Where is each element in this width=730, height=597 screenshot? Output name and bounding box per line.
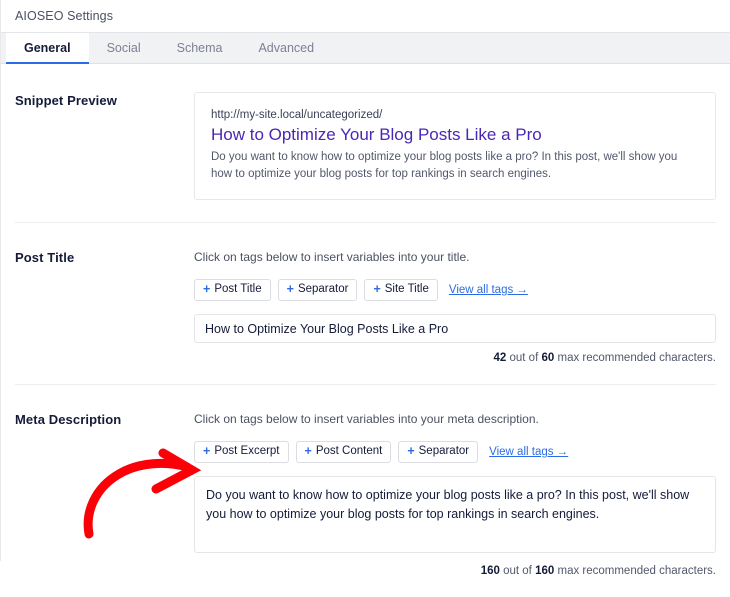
- meta-description-count: 160: [481, 565, 500, 577]
- section-meta-description: Meta Description Click on tags below to …: [15, 384, 716, 597]
- post-title-max: 60: [541, 352, 554, 364]
- meta-description-label: Meta Description: [15, 411, 194, 427]
- tag-button-label: Separator: [419, 446, 470, 458]
- tag-button-post-content[interactable]: + Post Content: [296, 441, 392, 463]
- settings-tabbar: General Social Schema Advanced: [1, 32, 730, 64]
- tag-button-separator[interactable]: + Separator: [278, 279, 358, 301]
- post-title-tag-row: + Post Title + Separator + Site Title Vi…: [194, 279, 716, 301]
- tag-button-label: Site Title: [385, 284, 429, 296]
- view-all-tags-link-title[interactable]: View all tags →: [449, 284, 528, 296]
- tab-general[interactable]: General: [6, 33, 89, 63]
- meta-description-hint: Click on tags below to insert variables …: [194, 411, 716, 427]
- page-title: AIOSEO Settings: [15, 9, 113, 23]
- tag-button-label: Post Title: [214, 284, 261, 296]
- meta-description-counter-prefix: out of: [503, 565, 532, 577]
- snippet-preview-label: Snippet Preview: [15, 92, 194, 108]
- meta-description-counter-suffix: max recommended characters.: [557, 565, 716, 577]
- post-title-count: 42: [494, 352, 507, 364]
- meta-description-counter: 160 out of 160 max recommended character…: [194, 565, 716, 577]
- tag-button-post-title[interactable]: + Post Title: [194, 279, 271, 301]
- tab-schema[interactable]: Schema: [159, 33, 241, 63]
- meta-description-textarea[interactable]: Do you want to know how to optimize your…: [194, 476, 716, 553]
- post-title-input[interactable]: [194, 314, 716, 343]
- snippet-url: http://my-site.local/uncategorized/: [211, 107, 699, 123]
- tag-button-label: Separator: [298, 284, 349, 296]
- section-snippet-preview: Snippet Preview http://my-site.local/unc…: [15, 64, 716, 222]
- plus-icon: +: [203, 283, 210, 296]
- tag-button-post-excerpt[interactable]: + Post Excerpt: [194, 441, 289, 463]
- snippet-preview-box: http://my-site.local/uncategorized/ How …: [194, 92, 716, 200]
- plus-icon: +: [373, 283, 380, 296]
- tag-button-separator-meta[interactable]: + Separator: [398, 441, 478, 463]
- tag-button-label: Post Excerpt: [214, 446, 279, 458]
- aioseo-settings-panel: AIOSEO Settings General Social Schema Ad…: [0, 0, 730, 561]
- section-post-title: Post Title Click on tags below to insert…: [15, 222, 716, 384]
- post-title-hint: Click on tags below to insert variables …: [194, 249, 716, 265]
- meta-description-tag-row: + Post Excerpt + Post Content + Separato…: [194, 441, 716, 463]
- plus-icon: +: [203, 445, 210, 458]
- snippet-description: Do you want to know how to optimize your…: [211, 149, 699, 182]
- tag-button-site-title[interactable]: + Site Title: [364, 279, 437, 301]
- meta-description-max: 160: [535, 565, 554, 577]
- tab-advanced[interactable]: Advanced: [240, 33, 332, 63]
- post-title-label: Post Title: [15, 249, 194, 265]
- view-all-tags-link-meta[interactable]: View all tags →: [489, 446, 568, 458]
- plus-icon: +: [287, 283, 294, 296]
- tab-social[interactable]: Social: [89, 33, 159, 63]
- post-title-counter-suffix: max recommended characters.: [557, 352, 716, 364]
- snippet-title: How to Optimize Your Blog Posts Like a P…: [211, 124, 699, 146]
- plus-icon: +: [407, 445, 414, 458]
- post-title-counter-prefix: out of: [510, 352, 539, 364]
- tag-button-label: Post Content: [316, 446, 382, 458]
- plus-icon: +: [305, 445, 312, 458]
- settings-content: Snippet Preview http://my-site.local/unc…: [1, 64, 730, 597]
- app-header: AIOSEO Settings: [1, 0, 730, 32]
- post-title-counter: 42 out of 60 max recommended characters.: [194, 352, 716, 364]
